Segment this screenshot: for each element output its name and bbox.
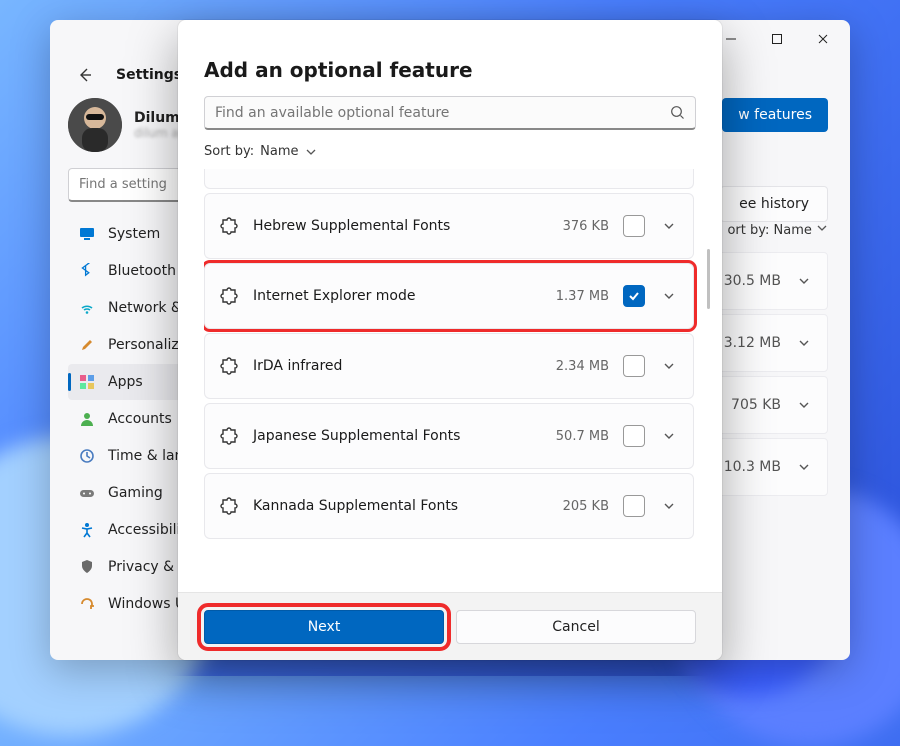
- feature-size: 205 KB: [563, 499, 609, 514]
- chevron-down-icon: [797, 336, 811, 350]
- chevron-down-icon: [797, 460, 811, 474]
- clock-icon: [78, 447, 96, 465]
- chevron-down-icon: [797, 274, 811, 288]
- expand-button[interactable]: [659, 286, 679, 306]
- feature-size: 2.34 MB: [556, 359, 609, 374]
- dialog-sort[interactable]: Sort by: Name: [178, 130, 722, 169]
- feature-row[interactable]: IrDA infrared 2.34 MB: [204, 333, 694, 399]
- chevron-down-icon: [662, 499, 676, 513]
- sidebar-item-label: Time & lan: [108, 448, 183, 464]
- arrow-left-icon: [76, 66, 94, 84]
- feature-name: Kannada Supplemental Fonts: [253, 498, 549, 514]
- maximize-button[interactable]: [754, 23, 800, 55]
- chevron-down-icon: [305, 146, 317, 158]
- back-button[interactable]: [68, 58, 102, 92]
- next-button[interactable]: Next: [204, 610, 444, 644]
- bluetooth-icon: [78, 262, 96, 280]
- feature-size: 50.7 MB: [556, 429, 609, 444]
- feature-size: 705 KB: [731, 397, 781, 413]
- puzzle-icon: [219, 286, 239, 306]
- puzzle-icon: [219, 216, 239, 236]
- feature-checkbox[interactable]: [623, 285, 645, 307]
- chevron-down-icon: [816, 222, 828, 234]
- expand-button[interactable]: [659, 426, 679, 446]
- chevron-down-icon: [797, 398, 811, 412]
- scrollbar[interactable]: [707, 249, 710, 309]
- history-button[interactable]: ee history: [720, 186, 828, 222]
- wifi-icon: [78, 299, 96, 317]
- view-features-button[interactable]: w features: [722, 98, 828, 132]
- dialog-footer: Next Cancel: [178, 592, 722, 660]
- apps-icon: [78, 373, 96, 391]
- feature-row[interactable]: Japanese Supplemental Fonts 50.7 MB: [204, 403, 694, 469]
- brush-icon: [78, 336, 96, 354]
- feature-row[interactable]: Kannada Supplemental Fonts 205 KB: [204, 473, 694, 539]
- feature-checkbox[interactable]: [623, 355, 645, 377]
- expand-button[interactable]: [659, 496, 679, 516]
- dialog-search[interactable]: [204, 96, 696, 130]
- minimize-icon: [725, 33, 737, 45]
- chevron-down-icon: [662, 289, 676, 303]
- profile-sub: dilum a: [134, 126, 180, 140]
- gaming-icon: [78, 484, 96, 502]
- feature-name: Hebrew Supplemental Fonts: [253, 218, 549, 234]
- feature-size: 1.37 MB: [556, 289, 609, 304]
- profile-name: Dilum: [134, 110, 180, 126]
- search-icon: [670, 105, 685, 120]
- feature-name: Internet Explorer mode: [253, 288, 542, 304]
- main-sort-label: ort by:: [727, 223, 769, 238]
- dialog-search-input[interactable]: [215, 105, 670, 121]
- main-sort-value: Name: [774, 223, 812, 238]
- sidebar-item-label: Privacy & s: [108, 559, 186, 575]
- cancel-button[interactable]: Cancel: [456, 610, 696, 644]
- feature-size: 10.3 MB: [724, 459, 781, 475]
- avatar: [68, 98, 122, 152]
- chevron-down-icon: [662, 359, 676, 373]
- puzzle-icon: [219, 496, 239, 516]
- chevron-down-icon: [662, 429, 676, 443]
- page-title: Settings: [116, 67, 182, 83]
- expand-button[interactable]: [659, 356, 679, 376]
- sidebar-item-label: Windows U: [108, 596, 185, 612]
- update-icon: [78, 595, 96, 613]
- puzzle-icon: [219, 426, 239, 446]
- check-icon: [627, 289, 641, 303]
- puzzle-icon: [219, 356, 239, 376]
- feature-checkbox[interactable]: [623, 215, 645, 237]
- shield-icon: [78, 558, 96, 576]
- feature-row[interactable]: Internet Explorer mode 1.37 MB: [204, 263, 694, 329]
- dialog-title: Add an optional feature: [178, 20, 722, 96]
- add-feature-dialog: Add an optional feature Sort by: Name He…: [178, 20, 722, 660]
- sidebar-item-label: Gaming: [108, 485, 163, 501]
- dialog-sort-value: Name: [260, 144, 298, 159]
- sidebar-item-label: Network &: [108, 300, 182, 316]
- feature-checkbox[interactable]: [623, 495, 645, 517]
- feature-size: 3.12 MB: [724, 335, 781, 351]
- feature-name: IrDA infrared: [253, 358, 542, 374]
- feature-name: Japanese Supplemental Fonts: [253, 428, 542, 444]
- sidebar-item-label: System: [108, 226, 160, 242]
- feature-row[interactable]: Hebrew Supplemental Fonts 376 KB: [204, 193, 694, 259]
- maximize-icon: [771, 33, 783, 45]
- feature-row-partial: [204, 169, 694, 189]
- chevron-down-icon: [662, 219, 676, 233]
- dialog-sort-label: Sort by:: [204, 144, 254, 159]
- sidebar-item-label: Personaliza: [108, 337, 187, 353]
- close-icon: [817, 33, 829, 45]
- expand-button[interactable]: [659, 216, 679, 236]
- sidebar-item-label: Accounts: [108, 411, 172, 427]
- feature-checkbox[interactable]: [623, 425, 645, 447]
- person-icon: [78, 410, 96, 428]
- feature-size: 30.5 MB: [724, 273, 781, 289]
- monitor-icon: [78, 225, 96, 243]
- sidebar-item-label: Apps: [108, 374, 143, 390]
- feature-size: 376 KB: [563, 219, 609, 234]
- accessibility-icon: [78, 521, 96, 539]
- close-button[interactable]: [800, 23, 846, 55]
